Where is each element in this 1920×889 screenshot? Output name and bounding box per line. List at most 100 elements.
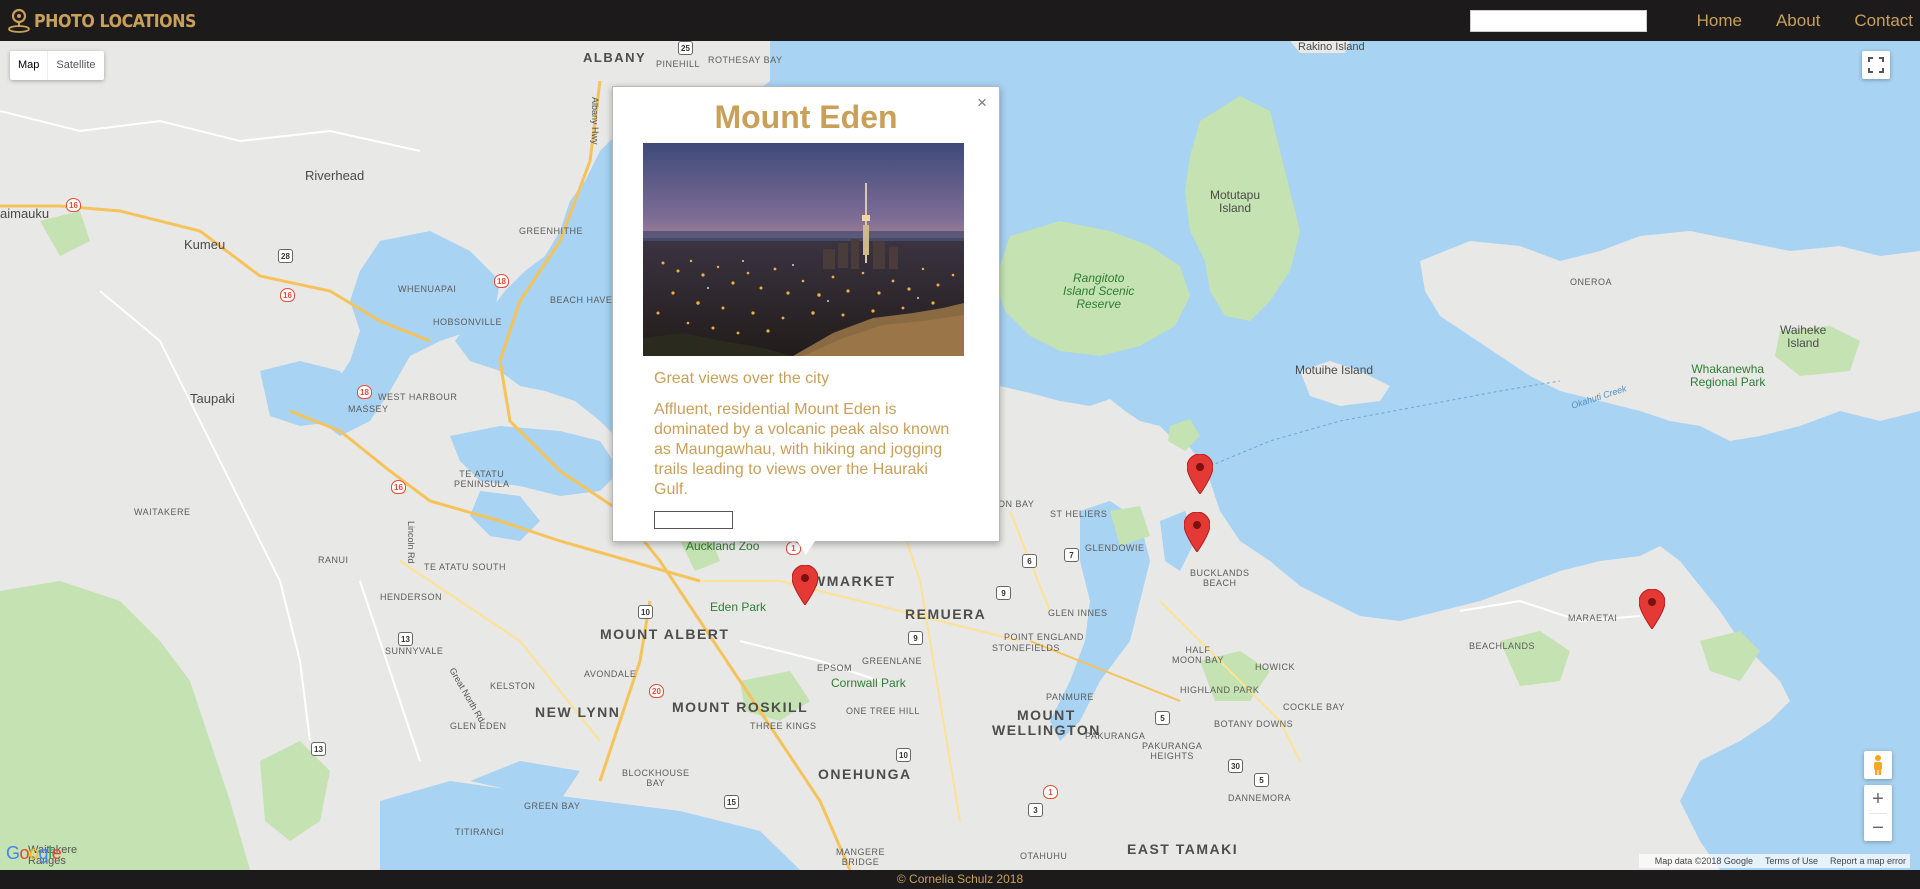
map-label-mount-roskill: MOUNT ROSKILL (672, 699, 809, 715)
map-label-epsom: EPSOM (817, 663, 853, 673)
map-label-bucklands-beach: BUCKLANDS BEACH (1190, 568, 1250, 588)
map-label-remuera: REMUERA (905, 606, 987, 622)
street-view-pegman-button[interactable] (1864, 751, 1892, 779)
info-window-pointer (797, 541, 815, 555)
route-shield: 16 (391, 480, 406, 494)
map-label-kumeu: Kumeu (184, 237, 226, 252)
nav-link-home[interactable]: Home (1697, 0, 1742, 41)
minus-icon: − (1872, 816, 1884, 839)
google-logo[interactable]: Google (6, 843, 62, 864)
nav-link-contact[interactable]: Contact (1854, 0, 1913, 41)
map-attribution: Map data ©2018 Google Terms of Use Repor… (1638, 854, 1910, 868)
route-shield: 5 (1254, 773, 1269, 787)
map-label-glen-innes: GLEN INNES (1048, 608, 1108, 618)
fullscreen-icon (1868, 57, 1884, 73)
map-label-rangitoto: Rangitoto Island Scenic Reserve (1063, 271, 1135, 311)
route-shield: 18 (494, 274, 509, 288)
map-label-cockle-bay: COCKLE BAY (1283, 702, 1345, 712)
route-shield: 20 (649, 684, 664, 698)
map-label-three-kings: THREE KINGS (750, 721, 817, 731)
map-label-massey: MASSEY (348, 404, 389, 414)
navbar: Photo Locations Home About Contact (0, 0, 1920, 41)
map-label-mount-albert: MOUNT ALBERT (600, 626, 730, 642)
location-marker[interactable] (1187, 454, 1213, 494)
map-label-pakuranga-heights: PAKURANGA HEIGHTS (1142, 741, 1203, 761)
map-label-green-bay: GREEN BAY (524, 801, 581, 811)
map-label-motutapu: Motutapu Island (1210, 188, 1261, 215)
info-comment-input[interactable] (654, 511, 733, 529)
map-label-half-moon-bay: HALF MOON BAY (1172, 645, 1224, 665)
footer: © Cornelia Schulz 2018 (0, 870, 1920, 889)
map-label-dannemora: DANNEMORA (1228, 793, 1292, 803)
map-label-east-tamaki: EAST TAMAKI (1127, 841, 1239, 857)
map-label-whenuapai: WHENUAPAI (398, 284, 457, 294)
map-label-albany: ALBANY (583, 50, 647, 65)
map-label-maraetai: MARAETAI (1568, 613, 1618, 623)
location-marker[interactable] (1639, 589, 1665, 629)
pegman-icon (1874, 755, 1882, 775)
map-label-sunnyvale: SUNNYVALE (385, 646, 444, 656)
route-shield: 30 (1228, 759, 1243, 773)
map-label-botany-downs: BOTANY DOWNS (1214, 719, 1294, 729)
map-label-waimauku: aimauku (0, 206, 50, 221)
map-type-satellite-button[interactable]: Satellite (47, 51, 103, 80)
brand-title: Photo Locations (34, 10, 197, 32)
map-label-henderson: HENDERSON (380, 592, 443, 602)
map-label-mangere-bridge: MANGERE BRIDGE (836, 847, 886, 867)
nav-link-about[interactable]: About (1776, 0, 1820, 41)
terms-of-use-link[interactable]: Terms of Use (1765, 854, 1818, 868)
route-shield: 7 (1064, 548, 1079, 562)
map-label-te-atatu-south: TE ATATU SOUTH (424, 562, 507, 572)
map-label-lincoln-rd: Lincoln Rd (406, 521, 416, 564)
map-label-kelston: KELSTON (490, 681, 536, 691)
route-shield: 25 (678, 41, 693, 55)
map-label-newmarket: WMARKET (812, 573, 896, 589)
map-label-waitakere: WAITAKERE (134, 507, 191, 517)
map-label-whakanewha: Whakanewha Regional Park (1690, 362, 1766, 389)
map-label-oneroa: ONEROA (1570, 277, 1613, 287)
map-label-new-lynn: NEW LYNN (535, 704, 621, 720)
report-map-error-link[interactable]: Report a map error (1830, 854, 1906, 868)
city-night-photo (643, 143, 964, 356)
nav-links: Home About Contact (1663, 0, 1913, 41)
map-label-onehunga: ONEHUNGA (818, 766, 912, 782)
map-label-riverhead: Riverhead (305, 168, 365, 183)
route-shield: 16 (280, 288, 295, 302)
map-label-on-bay: ON BAY (998, 499, 1035, 509)
zoom-in-button[interactable]: + (1864, 785, 1892, 813)
info-title: Mount Eden (714, 99, 898, 135)
brand[interactable]: Photo Locations (6, 8, 218, 34)
map-label-point-england: POINT ENGLAND (1004, 632, 1084, 642)
route-shield: 16 (66, 198, 81, 212)
map-label-te-atatu-peninsula: TE ATATU PENINSULA (454, 469, 510, 489)
map-pin-logo-icon (8, 8, 30, 33)
route-shield: 9 (996, 586, 1011, 600)
info-description: Affluent, residential Mount Eden is domi… (654, 401, 950, 498)
zoom-out-button[interactable]: − (1864, 814, 1892, 842)
map-label-cornwall-park: Cornwall Park (831, 676, 906, 690)
info-window: × Mount Eden Great views over the city A… (612, 86, 1000, 542)
location-marker-mount-eden[interactable] (792, 565, 818, 605)
map-label-greenhithe: GREENHITHE (519, 226, 584, 236)
route-shield: 9 (908, 631, 923, 645)
fullscreen-button[interactable] (1862, 51, 1890, 79)
route-shield: 6 (1022, 554, 1037, 568)
map-label-ranui: RANUI (318, 555, 349, 565)
map-label-blockhouse-bay: BLOCKHOUSE BAY (622, 768, 690, 788)
route-shield: 1 (1043, 785, 1058, 799)
route-shield: 28 (278, 249, 293, 263)
location-marker[interactable] (1184, 512, 1210, 552)
plus-icon: + (1872, 787, 1884, 810)
route-shield: 15 (724, 795, 739, 809)
route-shield: 13 (311, 742, 326, 756)
map-label-taupaki: Taupaki (190, 391, 235, 406)
route-shield: 3 (1028, 803, 1043, 817)
search-input[interactable] (1470, 10, 1647, 32)
info-subtitle: Great views over the city (654, 370, 830, 387)
route-shield: 5 (1155, 711, 1170, 725)
map-label-west-harbour: WEST HARBOUR (378, 392, 458, 402)
map-label-waiheke: Waiheke Island (1780, 323, 1827, 350)
map-type-map-button[interactable]: Map (10, 51, 47, 80)
map-label-st-heliers: ST HELIERS (1050, 509, 1108, 519)
map-label-one-tree-hill: ONE TREE HILL (846, 706, 920, 716)
